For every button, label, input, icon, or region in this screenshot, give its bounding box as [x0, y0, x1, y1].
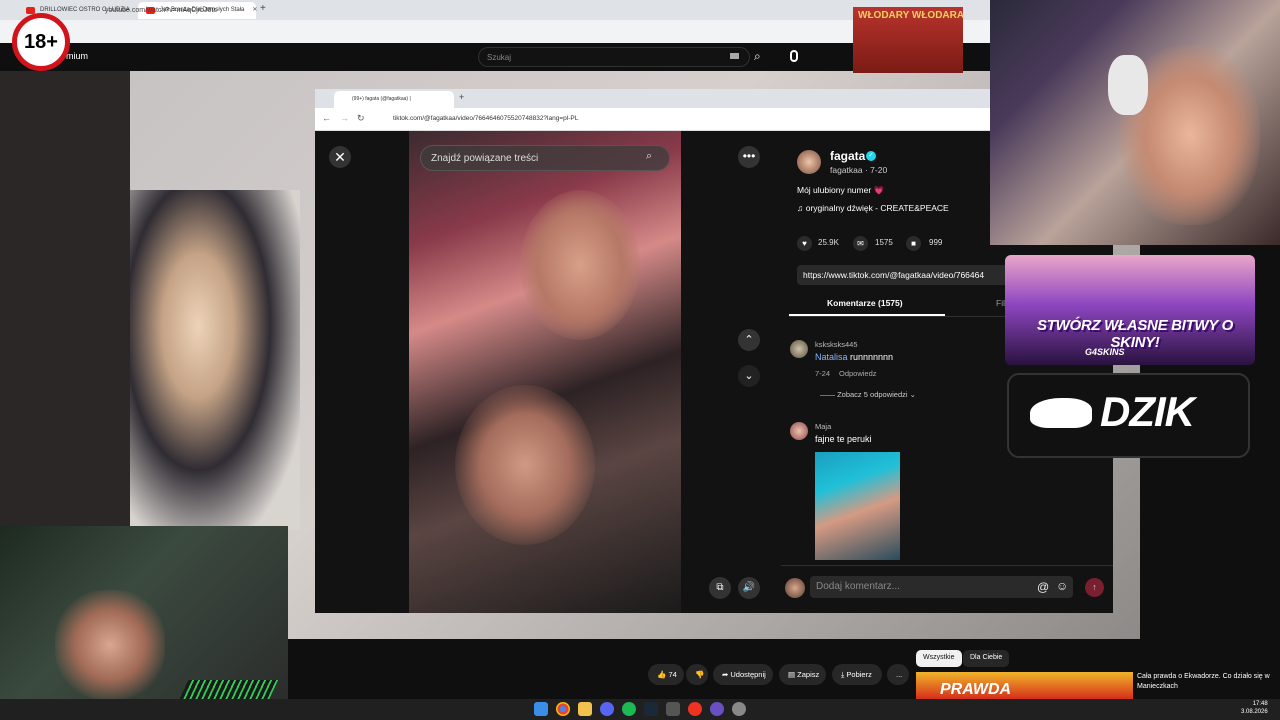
- comments-count: 1575: [875, 238, 893, 247]
- heart-icon[interactable]: ♥: [797, 236, 812, 251]
- save-label: Zapisz: [797, 670, 820, 679]
- share-label: Udostępnij: [730, 670, 766, 679]
- video-frame-content: [130, 190, 300, 530]
- tiktok-search-input[interactable]: Znajdź powiązane treści: [420, 145, 670, 171]
- youtube-search-input[interactable]: Szukaj: [478, 47, 750, 67]
- youtube-logo-text[interactable]: mium: [66, 51, 88, 61]
- verified-badge-icon: ✓: [866, 151, 876, 161]
- comment-avatar[interactable]: [790, 340, 808, 358]
- comment-text: Natalisa runnnnnnn: [815, 352, 893, 362]
- close-tab-icon[interactable]: ✕: [252, 7, 257, 13]
- opera-icon[interactable]: [688, 702, 702, 716]
- download-button[interactable]: ⤓ Pobierz: [832, 664, 882, 685]
- comment-body: runnnnnnn: [847, 352, 894, 362]
- tiktok-tab[interactable]: (99+) fagata (@fagatkaa) |: [334, 91, 454, 108]
- dislike-button[interactable]: 👎: [686, 664, 708, 685]
- saves-count: 999: [929, 238, 943, 247]
- thumbs-up-icon: 👍: [657, 670, 669, 679]
- system-clock[interactable]: 17:48 3.08.2026: [1241, 700, 1268, 716]
- outer-url-text[interactable]: youtube.com/watch?v=mAqCjrbJ6ts: [105, 7, 217, 14]
- search-icon[interactable]: ⌕: [646, 150, 652, 163]
- save-button[interactable]: ▤ Zapisz: [779, 664, 826, 685]
- chrome-icon[interactable]: [556, 702, 570, 716]
- close-icon[interactable]: ✕: [329, 146, 351, 168]
- spotify-icon[interactable]: [622, 702, 636, 716]
- more-actions-button[interactable]: ...: [887, 664, 909, 685]
- author-avatar[interactable]: [797, 150, 821, 174]
- keyboard-icon[interactable]: [730, 53, 739, 59]
- view-replies-button[interactable]: —— Zobacz 5 odpowiedzi ⌄: [820, 390, 916, 399]
- emoji-icon[interactable]: ☺: [1056, 579, 1068, 593]
- video-description: Mój ulubiony numer 💗: [797, 185, 885, 195]
- clock-date: 3.08.2026: [1241, 709, 1268, 715]
- volume-icon[interactable]: 🔊: [738, 577, 760, 599]
- microphone-icon[interactable]: [790, 50, 798, 62]
- thumbs-down-icon: 👎: [695, 670, 705, 679]
- comment-date: 7-24: [815, 369, 831, 378]
- comment-icon[interactable]: ✉: [853, 236, 868, 251]
- bookmark-icon: ▤: [788, 670, 798, 679]
- mention-icon[interactable]: @: [1037, 580, 1049, 594]
- comment-username[interactable]: Maja: [815, 422, 831, 431]
- video-face-1: [520, 190, 640, 340]
- author-username[interactable]: fagata: [830, 149, 865, 163]
- next-video-title[interactable]: Cała prawda o Ekwadorze. Co działo się w…: [1137, 672, 1272, 692]
- back-arrow-icon[interactable]: ←: [322, 113, 331, 123]
- comment-input[interactable]: Dodaj komentarz...: [810, 576, 1073, 598]
- search-icon[interactable]: ⌕: [754, 49, 761, 64]
- browser-icon[interactable]: [710, 702, 724, 716]
- chip-all[interactable]: Wszystkie: [916, 650, 962, 667]
- windows-taskbar: [0, 699, 1280, 720]
- new-tab-button-inner[interactable]: +: [459, 92, 464, 102]
- comment-image[interactable]: [815, 452, 900, 560]
- thumbnail-text: PRAWDA: [940, 681, 1012, 698]
- clock-time: 17:48: [1252, 701, 1268, 707]
- app-icon-2[interactable]: [732, 702, 746, 716]
- author-handle[interactable]: fagatkaa · 7-20: [830, 165, 887, 175]
- forward-arrow-icon[interactable]: →: [340, 113, 349, 123]
- download-label: Pobierz: [846, 670, 872, 679]
- comment-mention[interactable]: Natalisa: [815, 352, 848, 362]
- chip-for-you[interactable]: Dla Ciebie: [963, 650, 1010, 667]
- bookmark-icon[interactable]: ■: [906, 236, 921, 251]
- app-icon[interactable]: [666, 702, 680, 716]
- tab-comments[interactable]: Komentarze (1575): [827, 298, 903, 308]
- start-menu-icon[interactable]: [534, 702, 548, 716]
- comment-avatar[interactable]: [790, 422, 808, 440]
- comment-text: fajne te peruki: [815, 434, 872, 444]
- reply-button[interactable]: Odpowiedz: [839, 369, 877, 378]
- tiktok-url-text[interactable]: tiktok.com/@fagatkaa/video/7664646075520…: [393, 115, 578, 122]
- webcam-small-face: [55, 590, 165, 700]
- wlodary-banner-text: WŁODARY WŁODARA: [858, 10, 965, 21]
- previous-video-icon[interactable]: ⌃: [738, 329, 760, 351]
- file-explorer-icon[interactable]: [578, 702, 592, 716]
- age-rating-badge: 18+: [12, 13, 70, 71]
- g4skins-title: STWÓRZ WŁASNE BITWY O SKINY!: [1037, 317, 1233, 351]
- video-face-2: [455, 385, 595, 545]
- next-video-icon[interactable]: ⌄: [738, 365, 760, 387]
- sound-link[interactable]: ♫ oryginalny dźwięk - CREATE&PEACE: [797, 203, 949, 213]
- discord-icon[interactable]: [600, 702, 614, 716]
- current-user-avatar: [785, 578, 805, 598]
- like-button[interactable]: 👍 74: [648, 664, 684, 685]
- g4skins-logo: G4SKINS: [1085, 347, 1125, 357]
- comment-divider: [781, 565, 1113, 566]
- steam-icon[interactable]: [644, 702, 658, 716]
- share-button[interactable]: ➦ Udostępnij: [713, 664, 773, 685]
- picture-in-picture-icon[interactable]: ⧉: [709, 577, 731, 599]
- new-tab-button[interactable]: +: [260, 3, 266, 14]
- dzik-logo: DZIK: [1100, 388, 1195, 435]
- active-tab-indicator: [789, 314, 945, 316]
- boar-icon: [1030, 398, 1092, 428]
- likes-count: 25.9K: [818, 238, 839, 247]
- outer-address-bar[interactable]: [0, 20, 990, 43]
- more-options-icon[interactable]: •••: [738, 146, 760, 168]
- like-count: 74: [668, 670, 677, 679]
- headphones-icon: [1108, 55, 1148, 115]
- reload-icon[interactable]: ↻: [357, 113, 365, 124]
- comment-username[interactable]: ksksksks445: [815, 340, 858, 349]
- send-icon[interactable]: ↑: [1085, 578, 1104, 597]
